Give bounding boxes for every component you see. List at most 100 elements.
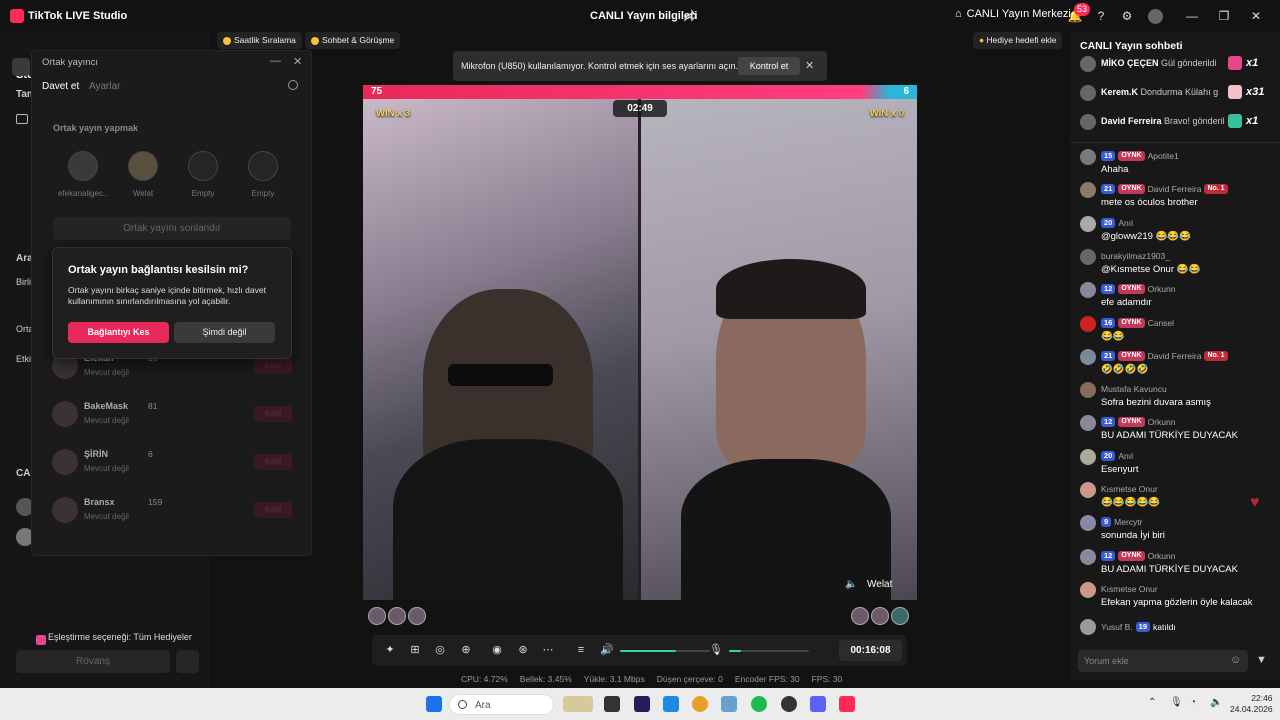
filter-icon[interactable]: ▼ xyxy=(1256,654,1267,666)
chat-username[interactable]: David Ferreira xyxy=(1148,184,1202,194)
chat-username[interactable]: Anıl xyxy=(1118,451,1133,461)
hourly-ranking-chip[interactable]: Saatlik Sıralama xyxy=(217,32,302,49)
mic-tray-icon[interactable]: 🎙 xyxy=(1170,697,1183,708)
level-badge: 20 xyxy=(1101,450,1116,461)
close-panel-icon[interactable]: ✕ xyxy=(293,55,302,68)
avatar[interactable] xyxy=(1144,6,1166,26)
chat-username[interactable]: Kısmetse Onur xyxy=(1101,484,1158,494)
cohost-slot[interactable]: Empty xyxy=(178,151,228,198)
ai-icon[interactable]: ◎ xyxy=(433,643,447,657)
chrome-icon[interactable] xyxy=(692,696,708,712)
check-button[interactable]: Kontrol et xyxy=(738,57,800,75)
invite-button[interactable]: Katıl xyxy=(254,358,292,374)
avatar xyxy=(1080,282,1096,299)
side-toggle[interactable] xyxy=(12,58,30,76)
not-now-button[interactable]: Şimdi değil xyxy=(174,322,275,343)
chevron-up-icon[interactable]: ⌃ xyxy=(1148,697,1156,708)
obs-icon[interactable] xyxy=(781,696,797,712)
chat-username[interactable]: Orkunn xyxy=(1148,284,1176,294)
live-center-button[interactable]: ⌂ CANLI Yayın Merkezi xyxy=(955,8,1071,20)
after-effects-icon[interactable] xyxy=(634,696,650,712)
tiktok-app-icon[interactable] xyxy=(839,696,855,712)
windows-start-icon[interactable] xyxy=(426,696,442,712)
person-icon xyxy=(248,151,278,181)
maximize-button[interactable]: ❐ xyxy=(1213,6,1235,26)
effects-icon[interactable]: ⊞ xyxy=(408,643,422,657)
level-badge: 21 xyxy=(1101,350,1116,361)
minimize-button[interactable]: — xyxy=(1181,6,1203,26)
gift-row: MİKO ÇEÇEN Gül gönderildi x1 xyxy=(1080,54,1275,74)
spotify-icon[interactable] xyxy=(751,696,767,712)
disconnect-button[interactable]: Bağlantıyı Kes xyxy=(68,322,169,343)
cohost-slot[interactable]: efekanaligec... xyxy=(58,151,108,198)
outlook-icon[interactable] xyxy=(663,696,679,712)
mixer-icon[interactable]: ≡ xyxy=(574,643,588,657)
chat-username[interactable]: Mercytr xyxy=(1114,517,1142,527)
person-icon xyxy=(188,151,218,181)
settings-app-icon[interactable] xyxy=(721,696,737,712)
invite-button[interactable]: Katıl xyxy=(254,406,292,422)
chat-username[interactable]: Cansel xyxy=(1148,318,1174,328)
close-window-button[interactable]: ✕ xyxy=(1245,6,1267,26)
help-icon[interactable]: ? xyxy=(1090,6,1112,26)
clock[interactable]: 22:46 24.04.2026 xyxy=(1230,693,1273,715)
widgets-icon[interactable] xyxy=(563,696,593,712)
gift-desc: Gül gönderildi xyxy=(1161,58,1217,68)
taskview-icon[interactable] xyxy=(604,696,620,712)
invite-button[interactable]: Katıl xyxy=(254,454,292,470)
emoji-icon[interactable]: ☺ xyxy=(1230,654,1241,666)
fan-badge: OYNK xyxy=(1118,151,1145,161)
cohost-slot[interactable]: Empty xyxy=(238,151,288,198)
share-icon[interactable] xyxy=(683,9,697,23)
volume-icon[interactable]: 🔊 xyxy=(600,643,614,657)
mic-slider[interactable] xyxy=(729,650,809,652)
volume-slider[interactable] xyxy=(620,650,710,652)
speaker-icon[interactable]: 🔈 xyxy=(845,579,857,590)
match-option-label: Eşleştirme seçeneği: Tüm Hediyeler xyxy=(48,632,192,642)
chat-username[interactable]: Yusuf B. xyxy=(1101,622,1133,632)
comment-input[interactable]: Yorum ekle xyxy=(1078,650,1248,672)
more-icon[interactable]: ⋯ xyxy=(541,643,555,657)
magic-wand-icon[interactable]: ✦ xyxy=(383,643,397,657)
tab-settings[interactable]: Ayarlar xyxy=(89,81,121,92)
mic-icon[interactable]: 🎙 xyxy=(709,643,723,657)
slot-label: Empty xyxy=(251,189,275,198)
add-source-icon[interactable]: ⊕ xyxy=(459,643,473,657)
chat-username[interactable]: Orkunn xyxy=(1148,417,1176,427)
cpu-stat: CPU: 4.72% xyxy=(461,674,508,684)
invite-button[interactable]: Katıl xyxy=(254,502,292,518)
wifi-icon[interactable]: ◔ xyxy=(1190,697,1196,708)
exit-icon[interactable] xyxy=(176,650,199,673)
chat-match-chip[interactable]: Sohbet & Görüşme xyxy=(305,32,401,49)
search-icon[interactable] xyxy=(288,80,298,90)
level-badge: 12 xyxy=(1101,550,1116,561)
avatar xyxy=(368,607,386,625)
revenge-button[interactable]: Rövanş xyxy=(16,650,170,673)
camera-switch-icon[interactable]: ⊛ xyxy=(516,643,530,657)
chat-username[interactable]: Kısmetse Onur xyxy=(1101,584,1158,594)
volume-tray-icon[interactable]: 🔈 xyxy=(1210,697,1222,708)
cohost-slot[interactable]: Welat xyxy=(118,151,168,198)
tab-invite[interactable]: Davet et xyxy=(42,81,79,92)
stats-bar: CPU: 4.72% Bellek: 3.45% Yükle: 3.1 Mbps… xyxy=(461,674,842,684)
chat-username[interactable]: David Ferreira xyxy=(1148,351,1202,361)
end-cohost-button[interactable]: Ortak yayını sonlandır xyxy=(53,217,291,240)
close-icon[interactable]: ✕ xyxy=(805,59,814,72)
avatar xyxy=(1080,56,1096,72)
message-text: Esenyurt xyxy=(1101,463,1139,475)
live-info-title[interactable]: CANLI Yayın bilgileri xyxy=(590,10,697,22)
camera-icon[interactable] xyxy=(16,114,28,124)
chat-username[interactable]: Apotite1 xyxy=(1148,151,1179,161)
discord-icon[interactable] xyxy=(810,696,826,712)
chat-username[interactable]: Mustafa Kavuncu xyxy=(1101,384,1167,394)
chat-username[interactable]: burakyilmaz1903_ xyxy=(1101,251,1170,261)
gear-icon[interactable]: ⚙ xyxy=(1116,6,1138,26)
taskbar: Ara ⌃ 🎙 ◔ 🔈 22:46 24.04.2026 xyxy=(0,688,1280,720)
minimize-panel-icon[interactable]: — xyxy=(270,55,281,67)
notification-badge: 53 xyxy=(1074,3,1091,16)
record-icon[interactable]: ◉ xyxy=(490,643,504,657)
chat-username[interactable]: Orkunn xyxy=(1148,551,1176,561)
gift-goal-button[interactable]: ● Hediye hedefi ekle xyxy=(973,32,1063,49)
chat-username[interactable]: Anıl xyxy=(1118,218,1133,228)
avatar xyxy=(1080,581,1096,598)
